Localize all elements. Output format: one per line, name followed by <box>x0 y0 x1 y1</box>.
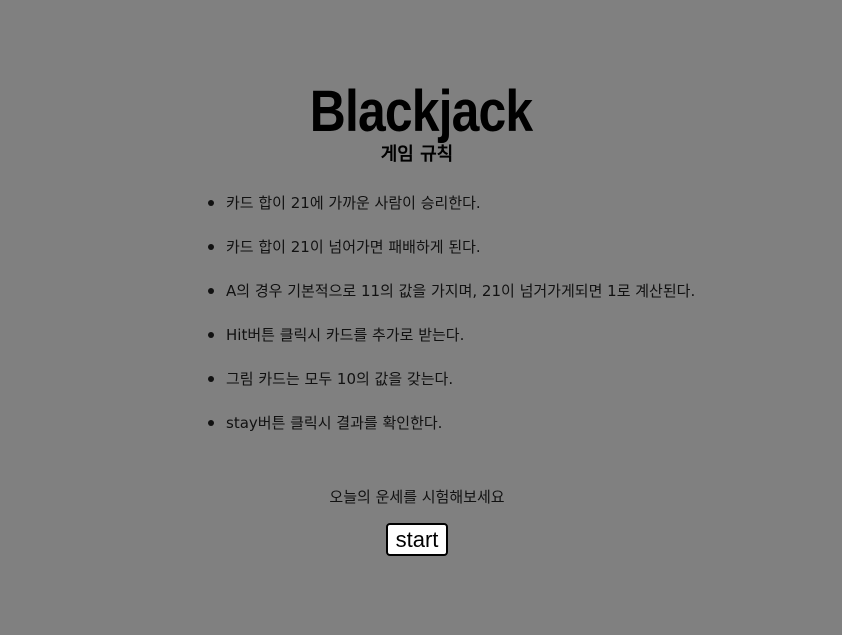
rule-item: 카드 합이 21이 넘어가면 패배하게 된다. <box>208 234 695 278</box>
start-button[interactable]: start <box>386 523 448 556</box>
fortune-text: 오늘의 운세를 시험해보세요 <box>329 488 505 506</box>
rule-item: 카드 합이 21에 가까운 사람이 승리한다. <box>208 190 695 234</box>
rule-item: 그림 카드는 모두 10의 값을 갖는다. <box>208 366 695 410</box>
rule-item: Hit버튼 클릭시 카드를 추가로 받는다. <box>208 322 695 366</box>
page-title: Blackjack <box>309 78 533 144</box>
rules-heading: 게임 규칙 <box>380 144 454 165</box>
rule-item: stay버튼 클릭시 결과를 확인한다. <box>208 410 695 454</box>
rules-list: 카드 합이 21에 가까운 사람이 승리한다. 카드 합이 21이 넘어가면 패… <box>208 190 695 454</box>
rule-item: A의 경우 기본적으로 11의 값을 가지며, 21이 넘거가게되면 1로 계산… <box>208 278 695 322</box>
